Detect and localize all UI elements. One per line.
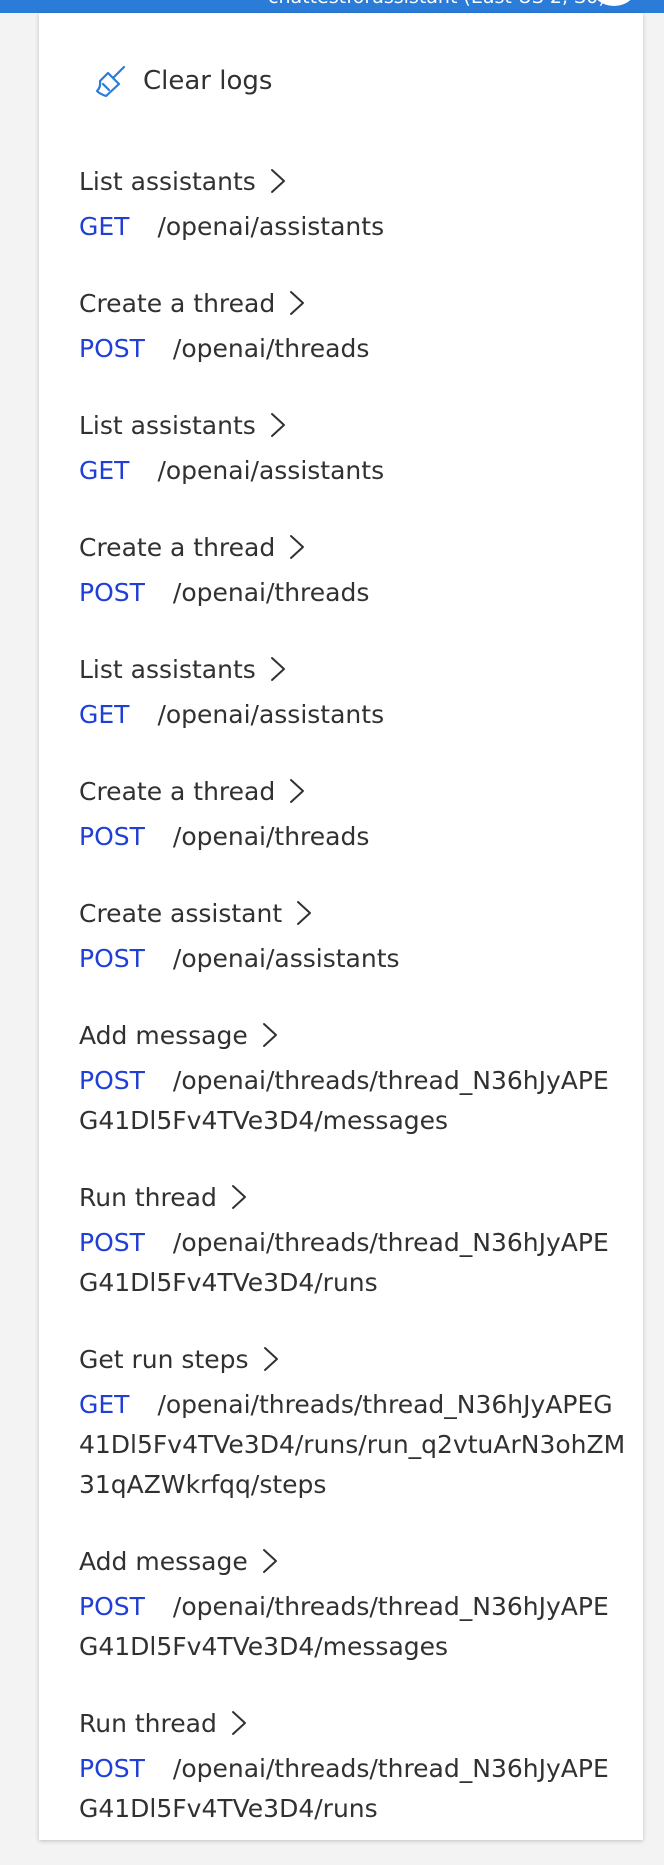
log-request: GET/openai/assistants [79, 207, 627, 247]
clear-logs-label: Clear logs [143, 66, 273, 96]
log-request: POST/openai/threads [79, 817, 627, 857]
request-path: /openai/threads [172, 334, 370, 363]
log-entry-title[interactable]: Add message [79, 1015, 627, 1055]
log-entry-title[interactable]: List assistants [79, 405, 627, 445]
log-entry-title[interactable]: Create a thread [79, 527, 627, 567]
log-entry-title[interactable]: Run thread [79, 1703, 627, 1743]
log-operation-label: List assistants [79, 166, 256, 196]
log-request: POST/openai/threads/thread_N36hJyAPEG41D… [79, 1061, 627, 1141]
log-entry-title[interactable]: Run thread [79, 1177, 627, 1217]
request-path: /openai/assistants [157, 456, 385, 485]
log-operation-label: Create assistant [79, 898, 283, 928]
http-method: POST [79, 334, 145, 363]
request-path: /openai/threads/thread_N36hJyAPEG41Dl5Fv… [79, 1390, 626, 1499]
request-path: /openai/threads/thread_N36hJyAPEG41Dl5Fv… [79, 1066, 609, 1135]
chevron-right-icon [258, 1546, 282, 1576]
log-request: POST/openai/threads/thread_N36hJyAPEG41D… [79, 1587, 627, 1667]
log-operation-label: Run thread [79, 1708, 217, 1738]
request-path: /openai/threads [172, 822, 370, 851]
http-method: POST [79, 1592, 145, 1621]
log-entry: Run thread POST/openai/threads/thread_N36… [79, 1703, 627, 1829]
log-entry-title[interactable]: Add message [79, 1541, 627, 1581]
log-operation-label: Add message [79, 1546, 248, 1576]
http-method: POST [79, 1228, 145, 1257]
log-operation-label: Create a thread [79, 532, 276, 562]
log-entry: Add message POST/openai/threads/thread_N3… [79, 1541, 627, 1667]
log-entry-title[interactable]: List assistants [79, 161, 627, 201]
log-operation-label: List assistants [79, 654, 256, 684]
request-path: /openai/threads/thread_N36hJyAPEG41Dl5Fv… [79, 1228, 609, 1297]
log-entry: Create a thread POST/openai/threads [79, 283, 627, 369]
logs-panel: Clear logs List assistants GET/openai/ass… [39, 13, 643, 1840]
http-method: POST [79, 822, 145, 851]
log-request: GET/openai/threads/thread_N36hJyAPEG41Dl… [79, 1385, 627, 1505]
chevron-right-icon [285, 532, 309, 562]
log-entry-title[interactable]: Create a thread [79, 283, 627, 323]
request-path: /openai/assistants [157, 212, 385, 241]
request-path: /openai/threads/thread_N36hJyAPEG41Dl5Fv… [79, 1754, 609, 1823]
http-method: GET [79, 212, 130, 241]
log-request: POST/openai/assistants [79, 939, 627, 979]
log-entry: Create a thread POST/openai/threads [79, 771, 627, 857]
log-operation-label: Create a thread [79, 776, 276, 806]
chevron-right-icon [292, 898, 316, 928]
log-entry: List assistants GET/openai/assistants [79, 161, 627, 247]
http-method: POST [79, 1754, 145, 1783]
log-operation-label: Run thread [79, 1182, 217, 1212]
log-request: GET/openai/assistants [79, 451, 627, 491]
log-entry-title[interactable]: Create assistant [79, 893, 627, 933]
log-request: POST/openai/threads/thread_N36hJyAPEG41D… [79, 1223, 627, 1303]
log-request: POST/openai/threads [79, 573, 627, 613]
http-method: GET [79, 1390, 130, 1419]
resource-label: chattestforassistant (East US 2, S0) [268, 0, 606, 8]
http-method: POST [79, 944, 145, 973]
request-path: /openai/assistants [172, 944, 400, 973]
log-entry-title[interactable]: Get run steps [79, 1339, 627, 1379]
log-request: POST/openai/threads [79, 329, 627, 369]
log-entry: Create assistant POST/openai/assistants [79, 893, 627, 979]
log-entry: Run thread POST/openai/threads/thread_N36… [79, 1177, 627, 1303]
chevron-right-icon [266, 654, 290, 684]
http-method: POST [79, 1066, 145, 1095]
request-path: /openai/assistants [157, 700, 385, 729]
log-request: GET/openai/assistants [79, 695, 627, 735]
http-method: POST [79, 578, 145, 607]
request-path: /openai/threads/thread_N36hJyAPEG41Dl5Fv… [79, 1592, 609, 1661]
chevron-right-icon [266, 410, 290, 440]
log-request: POST/openai/threads/thread_N36hJyAPEG41D… [79, 1749, 627, 1829]
log-entry: List assistants GET/openai/assistants [79, 649, 627, 735]
log-entry: List assistants GET/openai/assistants [79, 405, 627, 491]
log-entry-title[interactable]: List assistants [79, 649, 627, 689]
http-method: GET [79, 456, 130, 485]
log-operation-label: Create a thread [79, 288, 276, 318]
log-operation-label: Get run steps [79, 1344, 249, 1374]
log-operation-label: List assistants [79, 410, 256, 440]
log-entry: Get run steps GET/openai/threads/thread_N… [79, 1339, 627, 1505]
log-entry: Add message POST/openai/threads/thread_N3… [79, 1015, 627, 1141]
log-operation-label: Add message [79, 1020, 248, 1050]
http-method: GET [79, 700, 130, 729]
chevron-right-icon [258, 1020, 282, 1050]
log-entry-title[interactable]: Create a thread [79, 771, 627, 811]
chevron-right-icon [259, 1344, 283, 1374]
chevron-right-icon [285, 776, 309, 806]
log-list: List assistants GET/openai/assistants Crea… [79, 161, 627, 1865]
chevron-right-icon [227, 1182, 251, 1212]
request-path: /openai/threads [172, 578, 370, 607]
log-entry: Create a thread POST/openai/threads [79, 527, 627, 613]
chevron-right-icon [266, 166, 290, 196]
top-bar: chattestforassistant (East US 2, S0) [0, 0, 664, 13]
clear-logs-button[interactable]: Clear logs [93, 59, 272, 103]
chevron-right-icon [285, 288, 309, 318]
chevron-right-icon [227, 1708, 251, 1738]
broom-icon [93, 63, 129, 99]
